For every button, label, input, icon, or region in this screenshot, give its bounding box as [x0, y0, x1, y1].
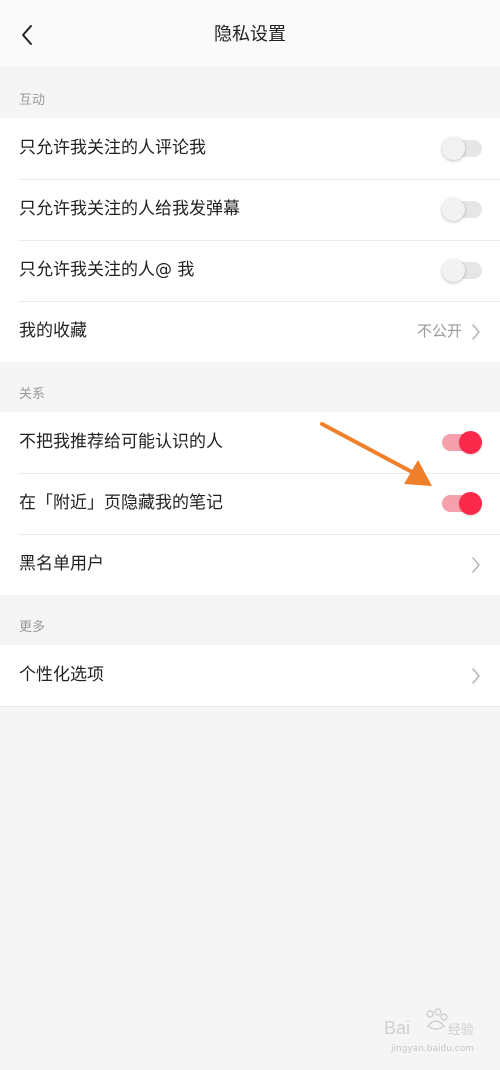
chevron-right-icon — [472, 324, 480, 340]
nav-bar: 隐私设置 — [0, 0, 500, 67]
baidu-watermark-logo: Bai 经验 — [384, 1008, 474, 1038]
privacy-settings-page: 隐私设置 互动 只允许我关注的人评论我 只允许我关注的人给我发弹幕 只允许我关注… — [0, 0, 500, 1070]
row-label: 只允许我关注的人@ 我 — [19, 260, 195, 280]
favorites-visibility-value: 不公开 — [416, 322, 462, 340]
row-only-followed-danmaku[interactable]: 只允许我关注的人给我发弹幕 — [0, 179, 500, 240]
section-label-interaction: 互动 — [19, 93, 46, 108]
row-label: 个性化选项 — [19, 665, 104, 685]
mention-toggle[interactable] — [442, 259, 482, 282]
row-hide-nearby-notes[interactable]: 在「附近」页隐藏我的笔记 — [0, 473, 500, 534]
group-more: 个性化选项 — [0, 645, 500, 707]
row-label: 黑名单用户 — [19, 554, 104, 574]
section-label-relationship: 关系 — [19, 387, 46, 402]
watermark-subtext: jingyan.baidu.com — [390, 1044, 474, 1054]
comment-toggle[interactable] — [442, 137, 482, 160]
row-label: 不把我推荐给可能认识的人 — [19, 432, 223, 452]
watermark-logo-text: Bai — [384, 1018, 410, 1038]
group-interaction: 只允许我关注的人评论我 只允许我关注的人给我发弹幕 只允许我关注的人@ 我 我的… — [0, 118, 500, 362]
row-my-favorites[interactable]: 我的收藏 不公开 — [0, 301, 500, 362]
row-label: 我的收藏 — [19, 321, 87, 341]
row-only-followed-mention[interactable]: 只允许我关注的人@ 我 — [0, 240, 500, 301]
chevron-right-icon — [472, 557, 480, 573]
row-label: 在「附近」页隐藏我的笔记 — [19, 493, 223, 513]
row-label: 只允许我关注的人评论我 — [19, 138, 206, 158]
row-personalization[interactable]: 个性化选项 — [0, 645, 500, 706]
page-title: 隐私设置 — [214, 24, 286, 45]
row-no-recommend[interactable]: 不把我推荐给可能认识的人 — [0, 412, 500, 473]
group-relationship: 不把我推荐给可能认识的人 在「附近」页隐藏我的笔记 黑名单用户 — [0, 412, 500, 595]
section-label-more: 更多 — [19, 620, 46, 635]
no-recommend-toggle[interactable] — [442, 431, 482, 454]
row-only-followed-comment[interactable]: 只允许我关注的人评论我 — [0, 118, 500, 179]
row-label: 只允许我关注的人给我发弹幕 — [19, 199, 240, 219]
svg-text:经验: 经验 — [448, 1022, 474, 1038]
danmaku-toggle[interactable] — [442, 198, 482, 221]
hide-nearby-toggle[interactable] — [442, 492, 482, 515]
row-blacklist[interactable]: 黑名单用户 — [0, 534, 500, 595]
chevron-right-icon — [472, 668, 480, 684]
